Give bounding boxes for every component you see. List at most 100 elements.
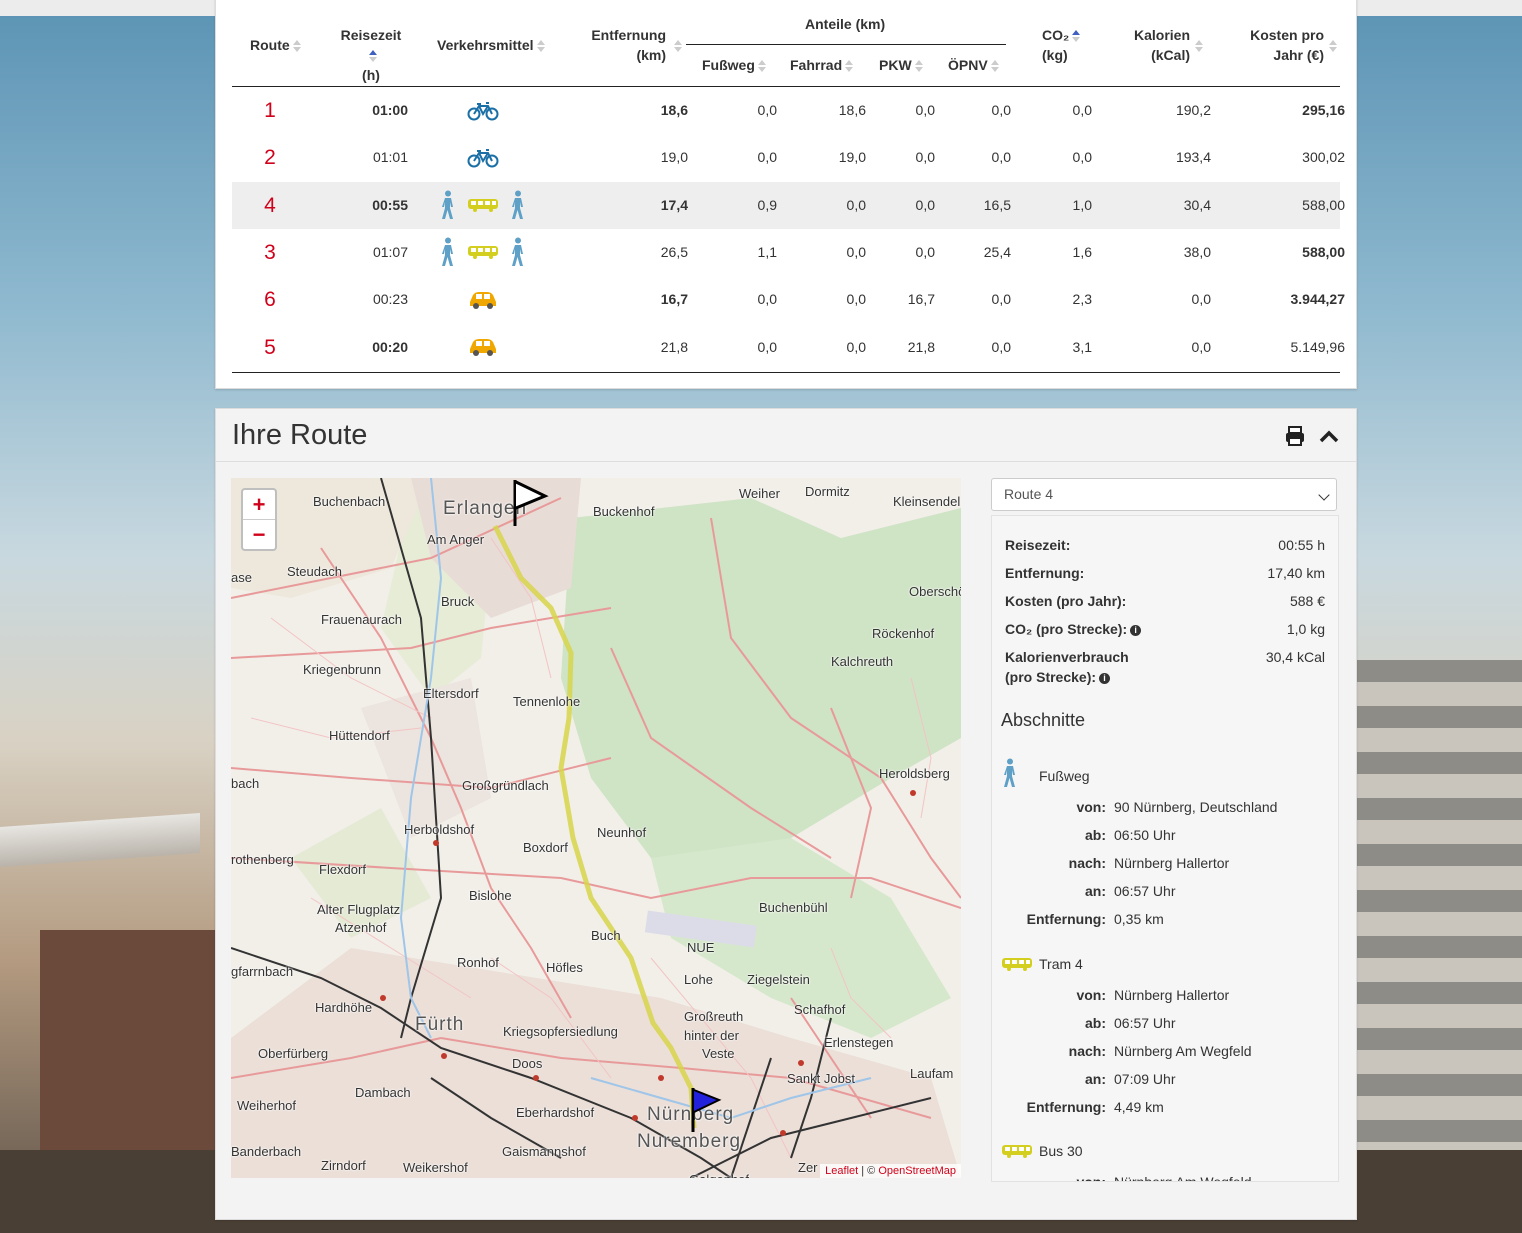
background-building-right — [1355, 660, 1522, 1233]
table-row[interactable]: 2 01:01 19,0 0,0 19,0 0,0 0,0 0,0 193,4 300,02 — [232, 134, 1345, 181]
print-icon[interactable] — [1284, 425, 1306, 447]
leaflet-link[interactable]: Leaflet — [825, 1165, 858, 1177]
co2-kg: 0,0 — [1072, 102, 1092, 118]
route-card: Ihre Route Buchenbach Erlangen Buckenhof… — [215, 408, 1357, 1220]
co2-kg: 2,3 — [1072, 291, 1092, 308]
header-co2[interactable]: CO₂ (kg) — [1042, 25, 1096, 65]
header-route[interactable]: Route — [250, 35, 301, 55]
map-place-label: Kleinsendel — [893, 494, 961, 509]
table-row[interactable]: 4 00:55 17,4 0,9 0,0 0,0 16,5 1,0 30,4 588,00 — [232, 181, 1345, 229]
table-row[interactable]: 6 00:23 16,7 0,0 0,0 16,7 0,0 2,3 0,0 3.944,27 — [232, 276, 1345, 323]
header-public[interactable]: ÖPNV — [948, 55, 999, 75]
route-number: 3 — [264, 240, 276, 264]
map-place-label: Höfles — [546, 960, 583, 975]
table-row[interactable]: 5 00:20 21,8 0,0 0,0 21,8 0,0 3,1 0,0 5.149,96 — [232, 324, 1345, 371]
map-place-label: Flexdorf — [319, 862, 366, 877]
map-place-label: Weiher — [739, 486, 780, 501]
openstreetmap-link[interactable]: OpenStreetMap — [878, 1165, 956, 1177]
map-place-label: Sankt Jobst — [787, 1071, 855, 1086]
info-icon[interactable]: i — [1099, 672, 1111, 684]
distance: 16,7 — [660, 291, 688, 308]
header-bike[interactable]: Fahrrad — [790, 55, 854, 75]
map-place-label: Ziegelstein — [747, 972, 810, 987]
route-number: 1 — [264, 99, 276, 122]
bike-km: 0,0 — [846, 338, 866, 355]
segment-from-label: von: — [1076, 799, 1106, 815]
header-calories[interactable]: Kalorien (kCal) — [1122, 25, 1190, 65]
tram-icon — [467, 244, 499, 260]
map-place-label: rothenberg — [231, 852, 294, 867]
destination-flag-icon[interactable] — [689, 1086, 729, 1136]
header-distance[interactable]: Entfernung (km) — [588, 25, 666, 65]
header-transport[interactable]: Verkehrsmittel — [437, 35, 545, 55]
map-place-label: ase — [231, 570, 252, 585]
walk-km: 0,0 — [757, 149, 777, 166]
cost: 5.149,96 — [1290, 338, 1346, 355]
route-details-panel[interactable]: Reisezeit: 00:55 h Entfernung: 17,40 km Ko… — [991, 515, 1339, 1182]
distance: 21,8 — [660, 338, 688, 355]
map-place-label: Am Anger — [427, 532, 485, 547]
header-walk[interactable]: Fußweg — [702, 55, 766, 75]
segment-dep-label: ab: — [1085, 1015, 1106, 1031]
cost: 295,16 — [1302, 102, 1345, 118]
map-place-label: Herboldshof — [404, 822, 475, 837]
info-icon[interactable]: i — [1130, 624, 1142, 636]
bike-icon — [467, 148, 499, 168]
collapse-chevron-up-icon[interactable] — [1318, 427, 1340, 445]
car-km: 16,7 — [907, 291, 935, 308]
distance: 19,0 — [660, 149, 688, 166]
route-select[interactable]: Route 4 — [991, 478, 1337, 511]
car-icon — [467, 337, 499, 357]
map-place-label: Buchenbühl — [759, 900, 828, 915]
map-place-label: Dormitz — [805, 484, 850, 499]
zoom-out-button[interactable]: − — [243, 520, 275, 549]
segment-from-label: von: — [1076, 1174, 1106, 1182]
header-shares-group: Anteile (km) — [805, 16, 886, 32]
map-place-label: gfarrnbach — [231, 964, 294, 979]
map-place-label: Großgründlach — [462, 778, 549, 793]
car-km: 0,0 — [915, 243, 935, 260]
calories: 30,4 — [1183, 196, 1211, 213]
table-row[interactable]: 1 01:00 18,6 0,0 18,6 0,0 0,0 0,0 190,2 295,16 — [232, 87, 1345, 134]
map-attribution: Leaflet | © OpenStreetMap — [820, 1164, 961, 1178]
map-place-label: Schafhof — [794, 1002, 846, 1017]
map-place-label: Doos — [512, 1056, 543, 1071]
summary-calories: Kalorienverbrauch (pro Strecke): i 30,4 kCa… — [1005, 649, 1325, 685]
car-km: 0,0 — [915, 149, 935, 166]
start-flag-icon[interactable] — [511, 478, 551, 530]
route-select-value: Route 4 — [1004, 486, 1054, 502]
route-map[interactable]: Buchenbach Erlangen Buckenhof Weiher Dormitz… — [231, 478, 961, 1178]
map-place-label: Neunhof — [597, 825, 647, 840]
segment-to-value: Nürnberg Hallertor — [1114, 855, 1230, 871]
tram-icon — [1001, 956, 1033, 975]
car-km: 0,0 — [915, 196, 935, 213]
header-travel-time[interactable]: Reisezeit (h) — [340, 25, 402, 85]
table-bottom-divider — [232, 372, 1340, 373]
table-row[interactable]: 3 01:07 26,5 1,1 0,0 0,0 25,4 1,6 38,0 588,00 — [232, 229, 1345, 276]
distance: 17,4 — [660, 196, 688, 213]
cost: 300,02 — [1302, 149, 1345, 166]
walk-icon — [439, 237, 457, 267]
zoom-in-button[interactable]: + — [243, 490, 275, 520]
co2-kg: 3,1 — [1072, 338, 1092, 355]
map-place-label: Erlenstegen — [824, 1035, 894, 1050]
header-cost[interactable]: Kosten pro Jahr (€) — [1234, 25, 1324, 65]
car-icon — [467, 290, 499, 310]
sort-distance-icon[interactable] — [674, 39, 682, 53]
cost: 588,00 — [1302, 196, 1345, 213]
attribution-separator: | © — [858, 1165, 879, 1177]
route-comparison-card: Route Reisezeit (h) Verkehrsmittel Entfer… — [215, 0, 1357, 389]
segment-dep-value: 06:50 Uhr — [1114, 827, 1176, 843]
segment-title: Bus 30 — [1039, 1143, 1083, 1159]
sort-calories-icon[interactable] — [1195, 39, 1203, 53]
sort-cost-icon[interactable] — [1329, 39, 1337, 53]
route-number: 2 — [264, 146, 276, 170]
segment-dep-value: 06:57 Uhr — [1114, 1015, 1176, 1031]
segment-dep-label: ab: — [1085, 827, 1106, 843]
travel-time: 00:23 — [372, 291, 408, 308]
transport-modes — [418, 276, 548, 323]
travel-time: 01:07 — [372, 243, 408, 260]
header-car[interactable]: PKW — [879, 55, 923, 75]
transport-modes — [418, 134, 548, 181]
bike-km: 0,0 — [846, 243, 866, 260]
